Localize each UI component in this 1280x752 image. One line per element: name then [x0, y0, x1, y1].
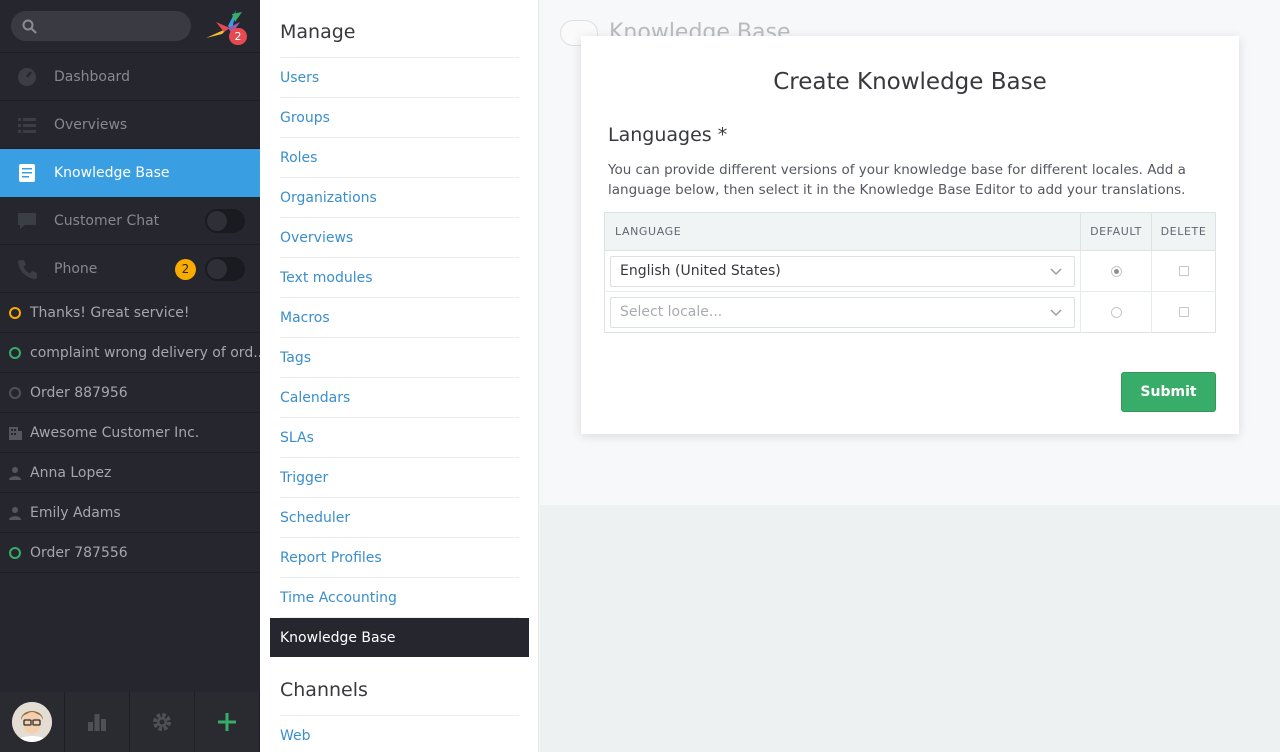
task-item[interactable]: Emily Adams [0, 493, 260, 533]
nav-item-dashboard[interactable]: Dashboard [0, 53, 260, 101]
reports-button[interactable] [65, 692, 130, 752]
task-label: Anna Lopez [30, 464, 112, 481]
manage-item-organizations[interactable]: Organizations [280, 178, 519, 218]
language-select-value: English (United States) [620, 262, 781, 279]
avatar [12, 702, 52, 742]
customer-chat-toggle[interactable] [205, 209, 245, 233]
manage-sidebar: Manage Users Groups Roles Organizations … [260, 0, 539, 752]
search-input[interactable] [11, 11, 191, 41]
phone-toggle[interactable] [205, 257, 245, 281]
default-radio[interactable] [1110, 306, 1122, 318]
manage-item-report-profiles[interactable]: Report Profiles [280, 538, 519, 578]
modal-title: Create Knowledge Base [773, 69, 1047, 95]
task-item[interactable]: Order 787556 [0, 533, 260, 573]
manage-item-trigger[interactable]: Trigger [280, 458, 519, 498]
ticket-pending-icon [9, 307, 21, 319]
task-item[interactable]: Anna Lopez [0, 453, 260, 493]
delete-checkbox[interactable] [1178, 266, 1189, 276]
admin-button[interactable] [130, 692, 195, 752]
search-icon [22, 19, 37, 34]
chat-icon [18, 213, 36, 229]
default-radio[interactable] [1110, 265, 1122, 277]
languages-table: LANGUAGE DEFAULT DELETE English (United … [604, 212, 1216, 333]
channel-item-web[interactable]: Web [280, 716, 519, 752]
language-select[interactable]: English (United States) [610, 255, 1075, 287]
nav-item-overviews[interactable]: Overviews [0, 101, 260, 149]
nav-header: 2 [0, 0, 260, 53]
task-item[interactable]: Awesome Customer Inc. [0, 413, 260, 453]
manage-item-text-modules[interactable]: Text modules [280, 258, 519, 298]
manage-item-groups[interactable]: Groups [280, 98, 519, 138]
list-icon [18, 118, 36, 133]
nav-item-customer-chat[interactable]: Customer Chat [0, 197, 260, 245]
submit-button[interactable]: Submit [1121, 372, 1216, 412]
table-header-row: LANGUAGE DEFAULT DELETE [604, 212, 1216, 251]
organization-icon [9, 427, 22, 440]
task-item[interactable]: Order 887956 [0, 373, 260, 413]
task-item[interactable]: complaint wrong delivery of ord... [0, 333, 260, 373]
phone-icon [18, 260, 37, 279]
manage-item-tags[interactable]: Tags [280, 338, 519, 378]
nav-item-label: Phone [54, 260, 98, 277]
task-item[interactable]: Thanks! Great service! [0, 293, 260, 333]
ticket-open-icon [9, 347, 21, 359]
locale-select[interactable]: Select locale... [610, 296, 1075, 328]
nav-item-label: Overviews [54, 116, 128, 133]
manage-item-roles[interactable]: Roles [280, 138, 519, 178]
phone-count-badge: 2 [175, 259, 196, 280]
delete-column-header: DELETE [1151, 212, 1216, 251]
manage-item-macros[interactable]: Macros [280, 298, 519, 338]
nav-item-knowledge-base[interactable]: Knowledge Base [0, 149, 260, 197]
nav-item-phone[interactable]: Phone 2 [0, 245, 260, 293]
user-icon [9, 467, 21, 480]
manage-item-knowledge-base[interactable]: Knowledge Base [270, 618, 529, 657]
languages-description: You can provide different versions of yo… [608, 162, 1186, 198]
chevron-down-icon [1050, 267, 1062, 275]
document-icon [19, 164, 35, 182]
table-row: English (United States) [604, 250, 1216, 292]
ticket-closed-icon [9, 387, 21, 399]
channels-heading: Channels [280, 679, 368, 701]
task-label: Thanks! Great service! [30, 304, 190, 321]
manage-item-calendars[interactable]: Calendars [280, 378, 519, 418]
languages-heading: Languages * [608, 124, 728, 146]
task-label: Awesome Customer Inc. [30, 424, 200, 441]
nav-footer [0, 692, 260, 752]
manage-item-slas[interactable]: SLAs [280, 418, 519, 458]
nav-item-label: Dashboard [54, 68, 130, 85]
locale-select-placeholder: Select locale... [620, 303, 723, 320]
chevron-down-icon [1050, 308, 1062, 316]
task-label: complaint wrong delivery of ord... [30, 344, 260, 361]
ticket-open-icon [9, 547, 21, 559]
default-column-header: DEFAULT [1080, 212, 1152, 251]
delete-checkbox[interactable] [1178, 307, 1189, 317]
notification-badge[interactable]: 2 [229, 28, 247, 45]
nav-item-label: Knowledge Base [54, 164, 170, 181]
manage-item-overviews[interactable]: Overviews [280, 218, 519, 258]
avatar-button[interactable] [0, 692, 65, 752]
create-knowledge-base-modal: Create Knowledge Base Languages * You ca… [581, 36, 1239, 434]
manage-item-time-accounting[interactable]: Time Accounting [280, 578, 519, 618]
table-row: Select locale... [605, 291, 1216, 333]
manage-item-users[interactable]: Users [280, 58, 519, 98]
dashboard-icon [18, 68, 36, 86]
main-navigation: 2 Dashboard Overviews Knowledge Base Cus… [0, 0, 260, 752]
plus-icon [218, 713, 236, 731]
nav-item-label: Customer Chat [54, 212, 160, 229]
language-column-header: LANGUAGE [604, 212, 1081, 251]
manage-heading: Manage [280, 21, 356, 43]
user-icon [9, 507, 21, 520]
new-item-button[interactable] [195, 692, 260, 752]
stats-icon [88, 714, 106, 731]
gear-icon [153, 713, 171, 731]
task-label: Emily Adams [30, 504, 121, 521]
task-label: Order 787556 [30, 544, 128, 561]
task-label: Order 887956 [30, 384, 128, 401]
manage-item-scheduler[interactable]: Scheduler [280, 498, 519, 538]
